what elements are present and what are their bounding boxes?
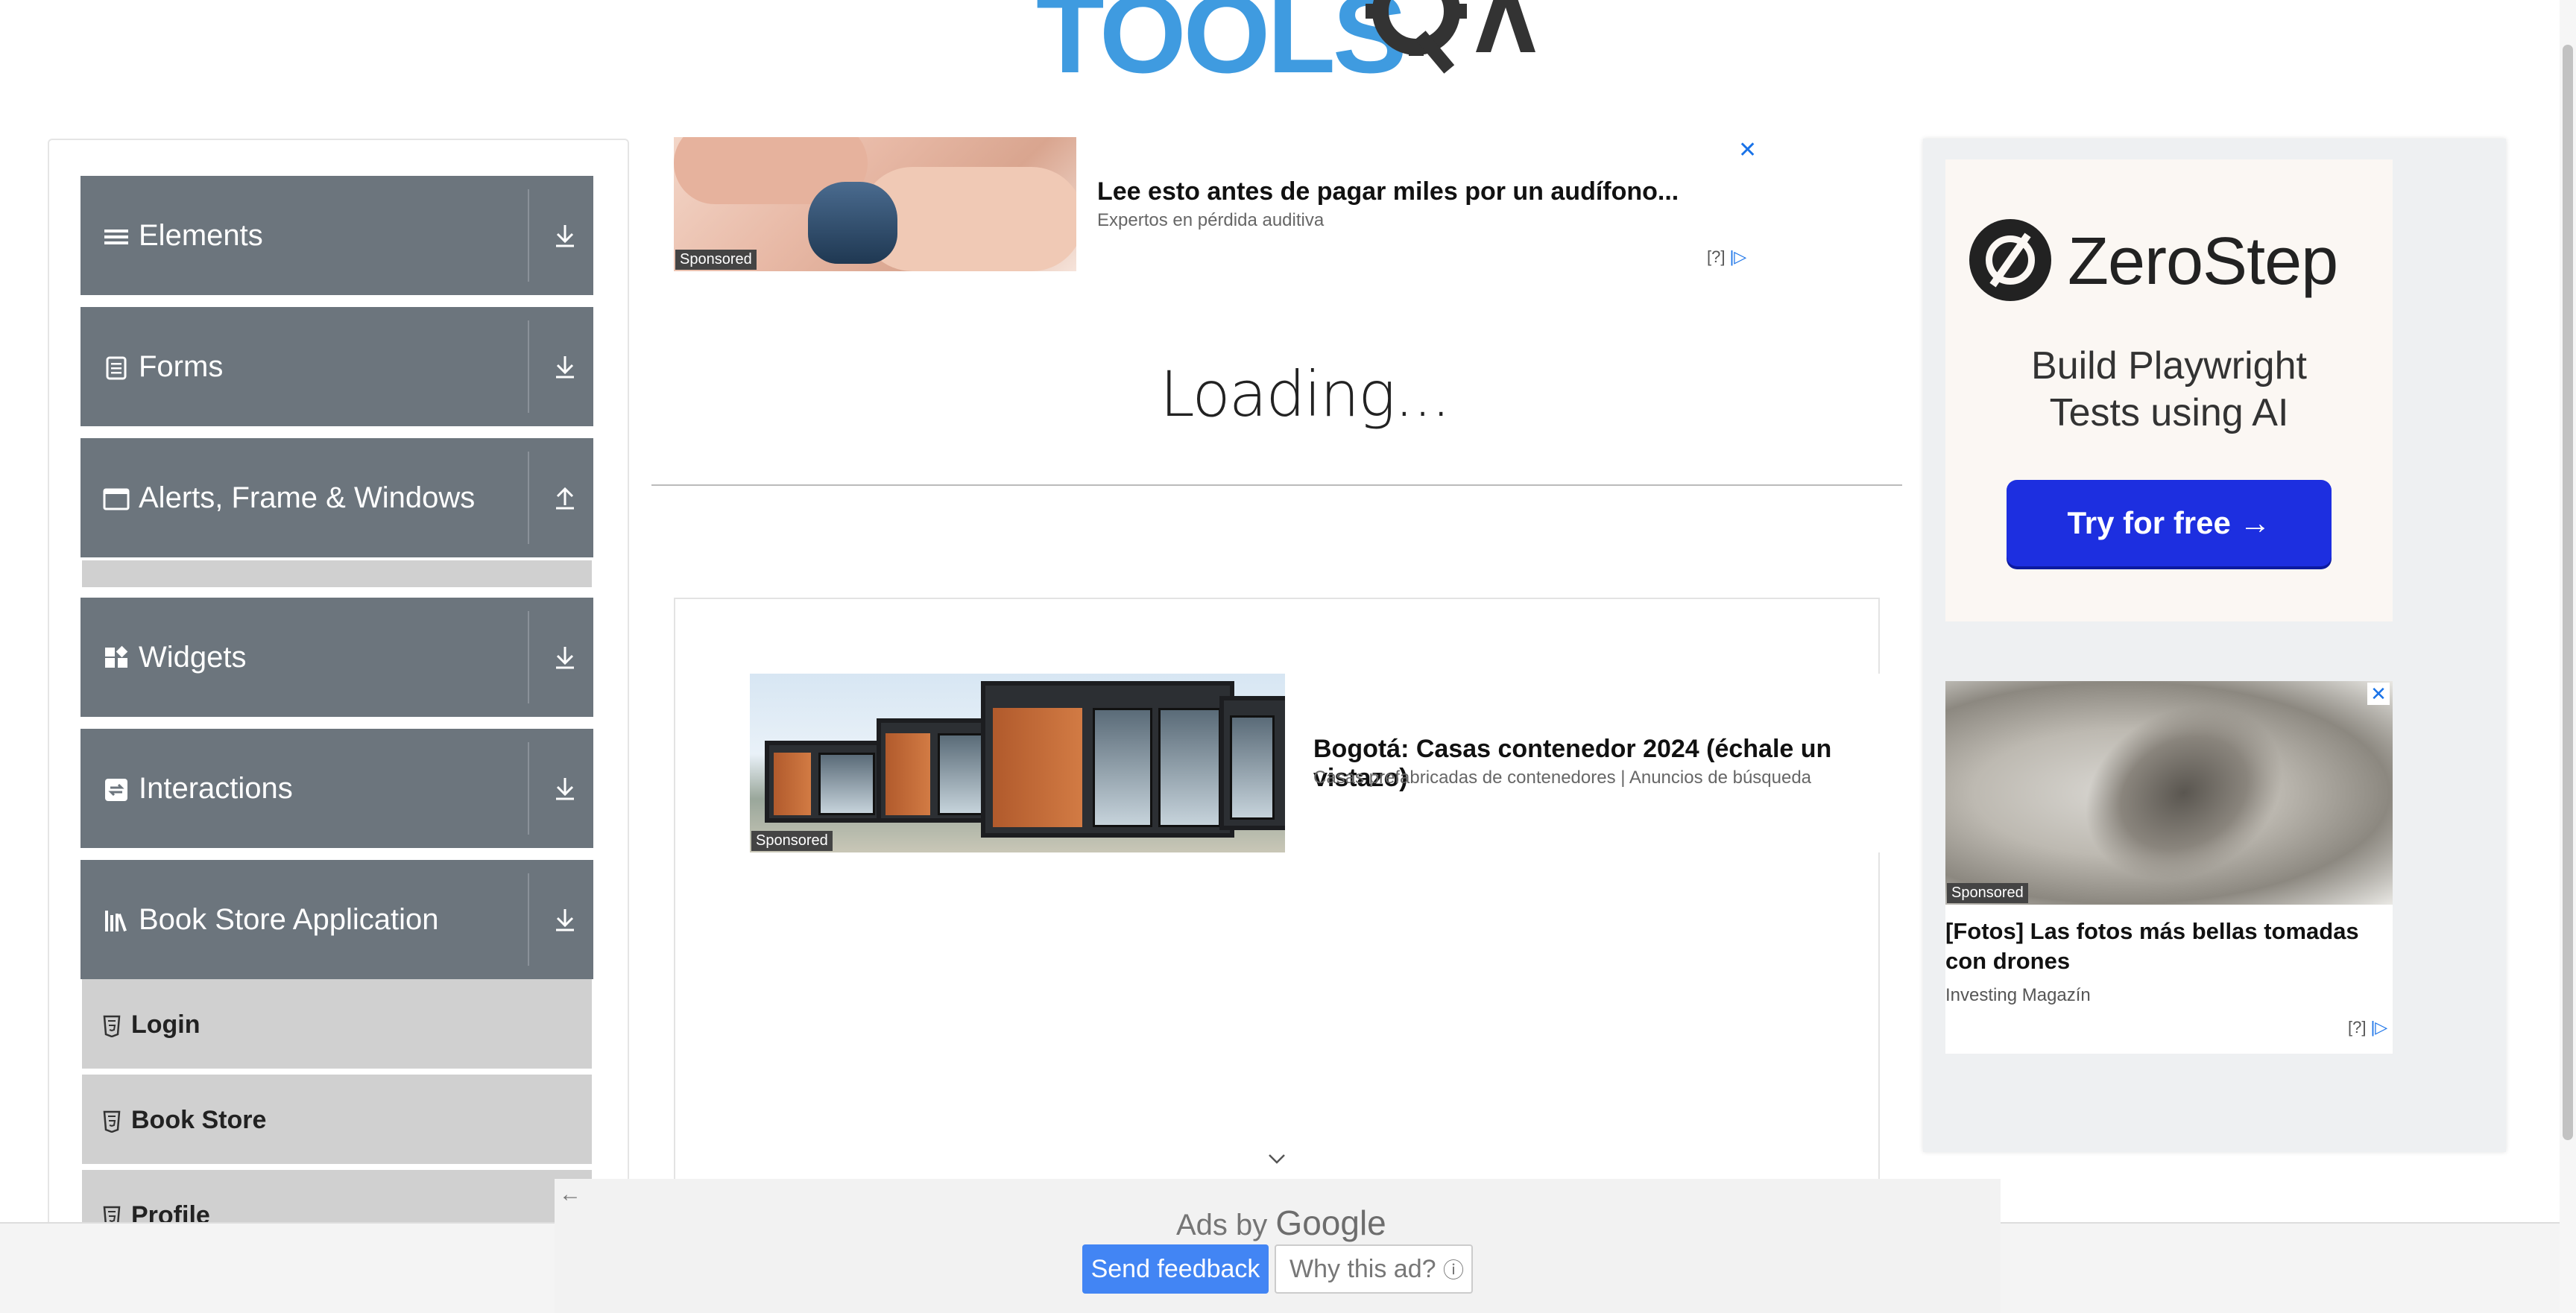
divider	[528, 611, 529, 703]
sponsored-badge: Sponsored	[675, 250, 757, 270]
download-icon[interactable]	[549, 903, 581, 936]
ad-source: Investing Magazín	[1945, 985, 2091, 1005]
menu-item-label: Login	[131, 1010, 201, 1039]
drone-ad[interactable]: Sponsored ✕ [Fotos] Las fotos más bellas…	[1945, 681, 2393, 1054]
ad-title[interactable]: [Fotos] Las fotos más bellas tomadas con…	[1945, 917, 2393, 977]
interactions-icon	[105, 779, 127, 801]
sidebar-group-label: Widgets	[139, 641, 247, 674]
form-icon	[106, 356, 127, 380]
html5-icon	[103, 1110, 121, 1133]
sponsored-badge: Sponsored	[751, 831, 833, 851]
divider	[528, 742, 529, 835]
sidebar-group-forms[interactable]: Forms	[80, 307, 593, 426]
ad-image[interactable]: Sponsored	[1945, 681, 2393, 905]
terrain-graphic	[2052, 681, 2316, 905]
logo-gear-icon	[1366, 0, 1535, 74]
divider	[528, 189, 529, 282]
sidebar-group-bookstore[interactable]: Book Store Application	[80, 860, 593, 979]
hearing-aid-graphic	[808, 182, 897, 264]
ad-image[interactable]: Sponsored	[674, 137, 1076, 271]
zerostep-brand: ZeroStep	[2068, 224, 2338, 299]
scrollbar-thumb[interactable]	[2563, 45, 2573, 1140]
search-ad[interactable]: Sponsored Bogotá: Casas contenedor 2024 …	[750, 674, 1913, 852]
logo-text: TOOLS	[1036, 0, 1407, 96]
sidebar-group-interactions[interactable]: Interactions	[80, 729, 593, 848]
html5-icon	[103, 1015, 121, 1037]
sidebar-group-label: Book Store Application	[139, 903, 439, 936]
right-side-ad: ZeroStep Build Playwright Tests using AI…	[1923, 139, 2506, 1152]
ad-subtitle: Casas prefabricadas de contenedores | An…	[1313, 768, 1812, 788]
sidebar-group-widgets[interactable]: Widgets	[80, 598, 593, 717]
divider	[528, 873, 529, 966]
info-icon: ⓘ	[1442, 1259, 1464, 1282]
sidebar-group-label: Interactions	[139, 772, 293, 805]
zerostep-logo-icon	[1969, 219, 2051, 301]
close-icon[interactable]: ✕	[2367, 683, 2390, 705]
ads-by-label: Ads by	[1176, 1209, 1268, 1241]
divider	[528, 452, 529, 544]
adchoices-icon[interactable]: [?] |▷	[1707, 247, 1746, 267]
why-this-ad-button[interactable]: Why this ad? ⓘ	[1275, 1244, 1473, 1294]
window-icon	[103, 488, 130, 510]
back-arrow-icon[interactable]: ←	[559, 1182, 581, 1207]
adchoices-icon[interactable]: [?] |▷	[2348, 1018, 2387, 1037]
books-icon	[105, 911, 127, 931]
sidebar: Elements Forms Alerts, Frame & Windows W…	[48, 139, 629, 1313]
try-for-free-button[interactable]: Try for free →	[2007, 480, 2332, 566]
close-icon[interactable]: ✕	[1738, 137, 1757, 163]
adchoices-label: [?]	[1707, 247, 1726, 266]
cabin-graphic	[1219, 696, 1285, 830]
sidebar-group-label: Forms	[139, 350, 224, 383]
download-icon[interactable]	[549, 350, 581, 383]
ad-subtitle: Expertos en pérdida auditiva	[1097, 210, 1325, 230]
adchoices-label: [?]	[2348, 1018, 2367, 1037]
sidebar-group-label: Elements	[139, 219, 263, 252]
sponsored-badge: Sponsored	[1947, 883, 2028, 903]
google-wordmark: Google	[1275, 1203, 1386, 1242]
loading-text: Loading...	[1160, 358, 1451, 431]
why-this-ad-label: Why this ad?	[1289, 1255, 1436, 1283]
sidebar-group-alerts[interactable]: Alerts, Frame & Windows	[80, 438, 593, 557]
widgets-icon	[105, 645, 128, 668]
menu-item-label: Book Store	[131, 1106, 267, 1134]
download-icon[interactable]	[549, 772, 581, 805]
menu-item-login[interactable]: Login	[82, 979, 592, 1072]
download-icon[interactable]	[549, 219, 581, 252]
menu-item-book-store[interactable]: Book Store	[82, 1075, 592, 1167]
hamburger-icon	[104, 230, 128, 244]
collapsed-submenu	[82, 560, 592, 587]
tagline-line: Build Playwright	[2031, 344, 2307, 387]
download-icon[interactable]	[549, 641, 581, 674]
cabin-graphic	[765, 741, 884, 823]
toolsqa-logo[interactable]: TOOLS	[1036, 0, 1535, 96]
zerostep-tagline: Build Playwright Tests using AI	[1945, 343, 2393, 437]
top-banner-ad[interactable]: Sponsored Lee esto antes de pagar miles …	[674, 137, 1770, 271]
chevron-down-icon[interactable]	[1267, 1149, 1287, 1168]
tagline-line: Tests using AI	[2049, 391, 2289, 435]
ad-title[interactable]: Lee esto antes de pagar miles por un aud…	[1097, 177, 1679, 206]
ads-by-google: Ads by Google	[1176, 1203, 1386, 1243]
sidebar-group-label: Alerts, Frame & Windows	[139, 481, 476, 514]
page: TOOLS Elements Forms Alerts, Frame & Win…	[0, 0, 2576, 1313]
google-ad-overlay: ← Ads by Google Send feedback Why this a…	[555, 1179, 2001, 1313]
sidebar-group-elements[interactable]: Elements	[80, 176, 593, 295]
send-feedback-button[interactable]: Send feedback	[1082, 1244, 1269, 1294]
page-scrollbar[interactable]	[2560, 0, 2576, 1313]
upload-icon[interactable]	[549, 481, 581, 514]
cabin-graphic	[981, 681, 1234, 838]
divider	[651, 484, 1902, 486]
divider	[528, 320, 529, 413]
zerostep-ad[interactable]: ZeroStep Build Playwright Tests using AI…	[1945, 159, 2393, 621]
ad-image[interactable]: Sponsored	[750, 674, 1285, 852]
